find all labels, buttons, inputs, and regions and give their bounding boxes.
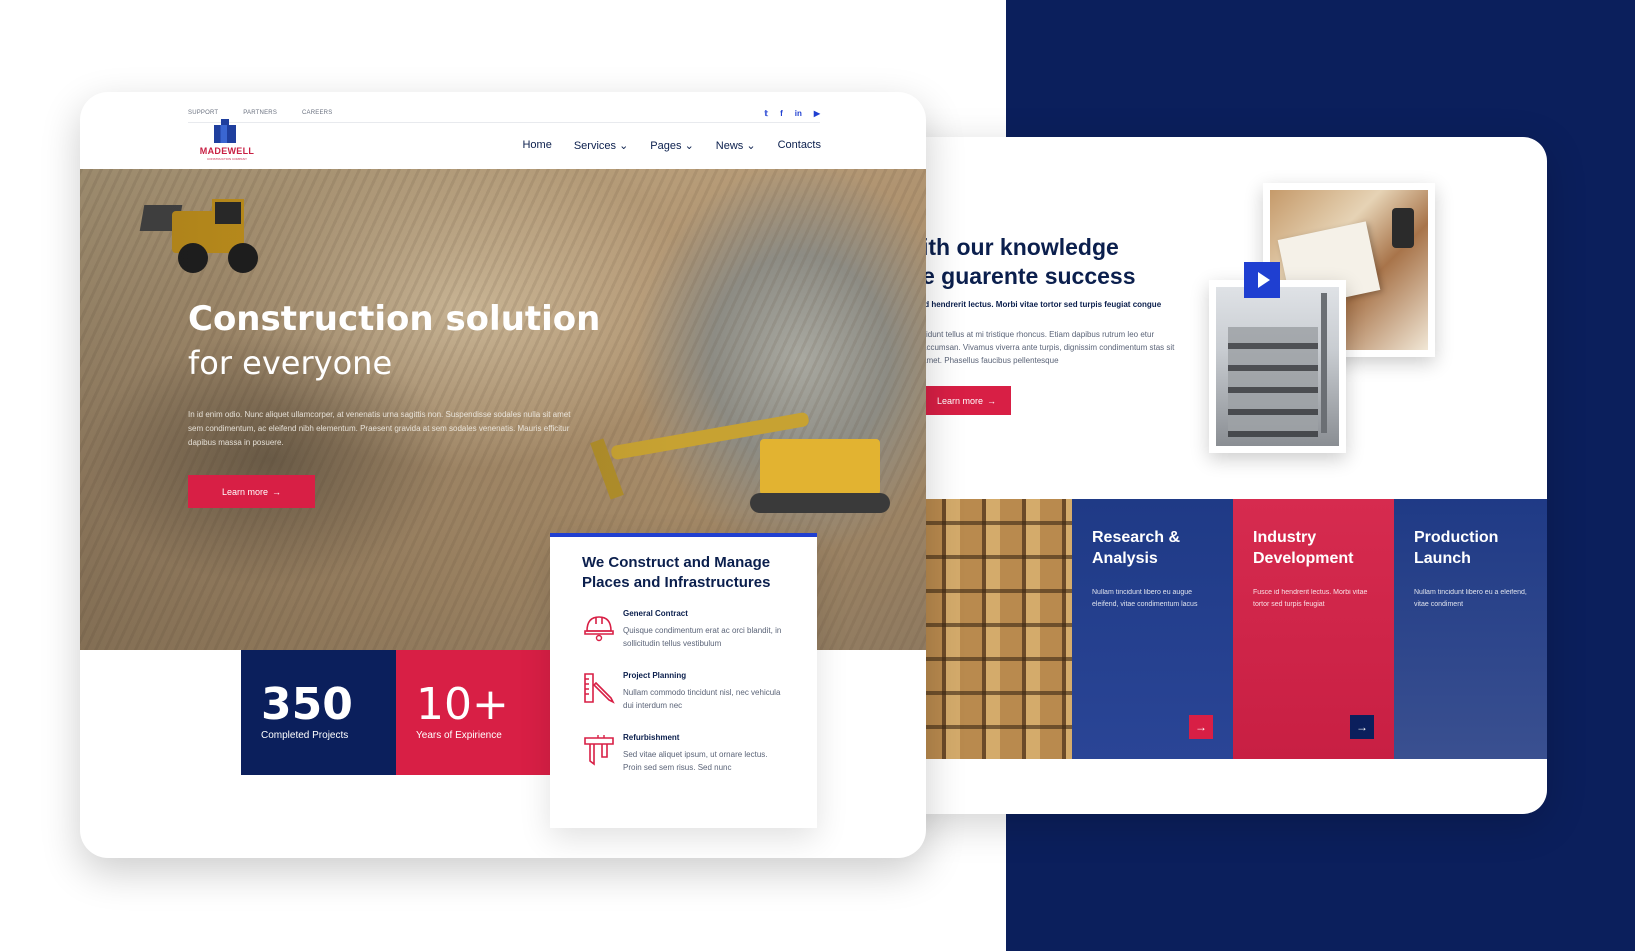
social-links: 𝕥 f in ▶: [764, 109, 820, 118]
service-item[interactable]: General Contract Quisque condimentum era…: [582, 609, 789, 655]
service-item[interactable]: Project Planning Nullam commodo tincidun…: [582, 671, 789, 717]
toplink-support[interactable]: SUPPORT: [188, 110, 218, 116]
company-logo[interactable]: MADEWELL CONSTRUCTION COMPANY: [192, 119, 262, 163]
nav-news[interactable]: News ⌄: [716, 139, 756, 152]
tile-title: Industry Development: [1253, 529, 1354, 567]
tile-arrow-button[interactable]: →: [1189, 715, 1213, 739]
chevron-down-icon: ⌄: [746, 140, 756, 152]
about-learn-more-button[interactable]: Learn more →: [922, 386, 1011, 415]
arrow-right-icon: →: [1195, 720, 1207, 734]
main-navigation: Home Services ⌄ Pages ⌄ News ⌄ Contacts: [522, 139, 821, 152]
arrow-right-icon: →: [1356, 720, 1368, 734]
tile-text: Fusce id hendrerit lectus. Morbi vitae t…: [1253, 589, 1368, 608]
top-links: SUPPORT PARTNERS CAREERS: [188, 110, 332, 116]
stat-completed-projects: 350 Completed Projects: [241, 650, 396, 775]
chevron-down-icon: ⌄: [684, 140, 694, 152]
play-video-button[interactable]: [1244, 262, 1280, 298]
tile-industry-development[interactable]: Industry Development Fusce id hendrerit …: [1233, 499, 1394, 759]
youtube-icon[interactable]: ▶: [814, 109, 820, 118]
tile-text: Nullam tincidunt libero eu a eleifend, v…: [1414, 589, 1527, 608]
ruler-pencil-icon: [584, 673, 615, 704]
building-construction-photo: [1209, 280, 1346, 453]
hero-learn-more-button[interactable]: Learn more →: [188, 475, 315, 508]
service-tiles: Research & Analysis Nullam tincidunt lib…: [880, 499, 1547, 759]
tile-title: Production Launch: [1414, 529, 1499, 567]
tile-title: Research & Analysis: [1092, 529, 1181, 567]
service-item[interactable]: Refurbishment Sed vitae aliquet ipsum, u…: [582, 733, 789, 779]
stat-years-experience: 10+ Years of Expirience: [396, 650, 551, 775]
twitter-icon[interactable]: 𝕥: [764, 109, 768, 118]
nav-services[interactable]: Services ⌄: [574, 139, 628, 152]
nav-pages[interactable]: Pages ⌄: [650, 139, 693, 152]
about-lead: id hendrerit lectus. Morbi vitae tortor …: [922, 300, 1162, 309]
home-page-preview: SUPPORT PARTNERS CAREERS 𝕥 f in ▶ MADEWE…: [80, 92, 926, 858]
building-logo-icon: [214, 119, 236, 143]
arrow-right-icon: →: [272, 486, 282, 497]
tile-research-analysis[interactable]: Research & Analysis Nullam tincidunt lib…: [1072, 499, 1233, 759]
hero-text: In id enim odio. Nunc aliquet ullamcorpe…: [188, 410, 571, 447]
tile-text: Nullam tincidunt libero eu augue eleifen…: [1092, 589, 1198, 608]
nav-contacts[interactable]: Contacts: [778, 139, 821, 152]
top-bar: SUPPORT PARTNERS CAREERS 𝕥 f in ▶: [188, 104, 820, 122]
divider: [188, 122, 820, 123]
about-page-preview: s ith our knowledge e guarente success i…: [880, 137, 1547, 814]
chevron-down-icon: ⌄: [619, 140, 629, 152]
about-body: cidunt tellus at mi tristique rhoncus. E…: [922, 330, 1175, 365]
hero-title: Construction solution for everyone: [188, 299, 601, 382]
caliper-icon: [584, 735, 614, 766]
tile-production-launch[interactable]: Production Launch Nullam tincidunt liber…: [1394, 499, 1547, 759]
toplink-partners[interactable]: PARTNERS: [243, 110, 277, 116]
about-title: ith our knowledge e guarente success: [922, 234, 1136, 289]
tile-arrow-button[interactable]: →: [1350, 715, 1374, 739]
hard-hat-icon: [584, 616, 614, 642]
nav-home[interactable]: Home: [522, 139, 551, 152]
linkedin-icon[interactable]: in: [795, 109, 802, 118]
arrow-right-icon: →: [987, 395, 997, 406]
toplink-careers[interactable]: CAREERS: [302, 110, 332, 116]
services-title: We Construct and Manage Places and Infra…: [582, 554, 771, 591]
play-icon: [1257, 272, 1270, 288]
services-card: We Construct and Manage Places and Infra…: [550, 533, 817, 828]
facebook-icon[interactable]: f: [780, 109, 783, 118]
stats-row: 350 Completed Projects 10+ Years of Expi…: [241, 650, 551, 775]
